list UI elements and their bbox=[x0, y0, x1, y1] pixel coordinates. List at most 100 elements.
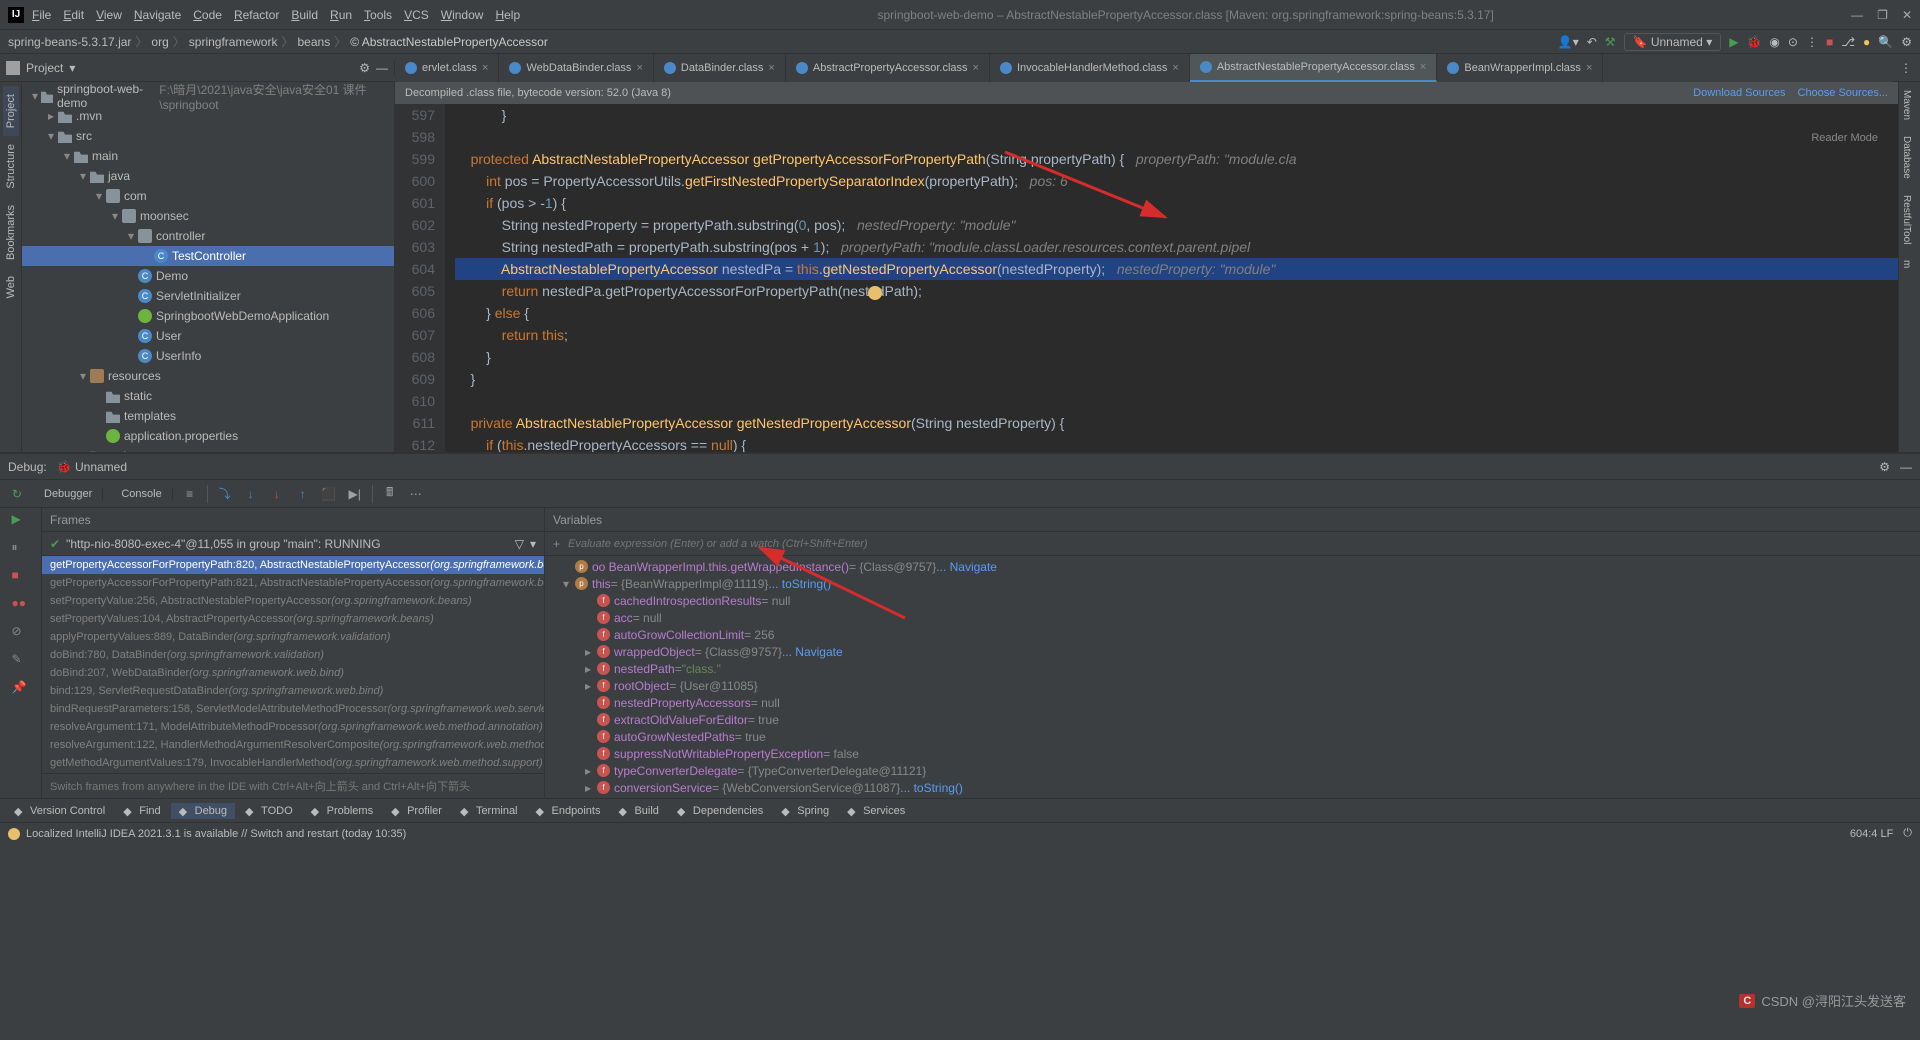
debug-hide-button[interactable]: — bbox=[1900, 460, 1912, 474]
editor-tab[interactable]: AbstractPropertyAccessor.class× bbox=[786, 54, 990, 82]
step-into-button[interactable]: ↓ bbox=[242, 485, 260, 503]
run-config-selector[interactable]: 🔖 Unnamed ▾ bbox=[1624, 33, 1722, 51]
tree-node[interactable]: User bbox=[22, 326, 394, 346]
bottom-tool-services[interactable]: ◆Services bbox=[839, 803, 913, 819]
tree-node[interactable]: SpringbootWebDemoApplication bbox=[22, 306, 394, 326]
project-view-selector[interactable]: ▾ bbox=[69, 61, 75, 75]
frames-list[interactable]: getPropertyAccessorForPropertyPath:820, … bbox=[42, 556, 544, 773]
bottom-tool-find[interactable]: ◆Find bbox=[115, 803, 168, 819]
tree-node[interactable]: application.properties bbox=[22, 426, 394, 446]
tree-node[interactable]: ▾controller bbox=[22, 226, 394, 246]
variable-row[interactable]: fnestedPropertyAccessors = null bbox=[545, 694, 1920, 711]
hammer-icon[interactable]: ⚒ bbox=[1605, 35, 1616, 49]
menu-refactor[interactable]: Refactor bbox=[234, 8, 279, 22]
bottom-tool-spring[interactable]: ◆Spring bbox=[773, 803, 837, 819]
variable-row[interactable]: fautoGrowCollectionLimit = 256 bbox=[545, 626, 1920, 643]
code-editor[interactable]: 597 598 599 600 601 602 603 604 605 606 … bbox=[395, 104, 1898, 452]
breadcrumb-item[interactable]: beans bbox=[298, 35, 331, 49]
bottom-tool-todo[interactable]: ◆TODO bbox=[237, 803, 301, 819]
rerun-button[interactable]: ↻ bbox=[8, 485, 26, 503]
search-icon[interactable]: 🔍 bbox=[1878, 35, 1893, 49]
variable-row[interactable]: ▸fnestedPath = "class." bbox=[545, 660, 1920, 677]
intention-bulb-icon[interactable] bbox=[868, 286, 882, 300]
tool-restful[interactable]: RestfulTool bbox=[1899, 187, 1914, 252]
stop-button[interactable]: ■ bbox=[12, 568, 30, 586]
pin-button[interactable]: 📌 bbox=[12, 680, 30, 698]
menu-navigate[interactable]: Navigate bbox=[134, 8, 181, 22]
tree-node[interactable]: ▾springboot-web-demo F:\暗月\2021\java安全\j… bbox=[22, 86, 394, 106]
tree-node[interactable]: ▾java bbox=[22, 166, 394, 186]
variable-row[interactable]: fcachedIntrospectionResults = null bbox=[545, 592, 1920, 609]
variable-row[interactable]: ▸frootObject = {User@11085} bbox=[545, 677, 1920, 694]
stack-frame[interactable]: resolveArgument:122, HandlerMethodArgume… bbox=[42, 736, 544, 754]
variable-row[interactable]: poo BeanWrapperImpl.this.getWrappedInsta… bbox=[545, 558, 1920, 575]
tree-node[interactable]: ▾webapp bbox=[22, 446, 394, 452]
tree-node[interactable]: Demo bbox=[22, 266, 394, 286]
breadcrumb-item[interactable]: © AbstractNestablePropertyAccessor bbox=[350, 35, 548, 49]
profile-button[interactable]: ⊙ bbox=[1788, 35, 1798, 49]
stack-frame[interactable]: doBind:207, WebDataBinder (org.springfra… bbox=[42, 664, 544, 682]
tool-maven[interactable]: Maven bbox=[1899, 82, 1914, 128]
breadcrumb-item[interactable]: springframework bbox=[189, 35, 278, 49]
debug-button[interactable]: 🐞 bbox=[1746, 35, 1761, 49]
tip-bulb-icon[interactable] bbox=[8, 828, 20, 840]
settings-icon[interactable]: ⚙ bbox=[1901, 35, 1912, 49]
close-tab-icon[interactable]: × bbox=[1172, 62, 1178, 74]
tool-bookmarks[interactable]: Bookmarks bbox=[3, 197, 19, 268]
tree-node[interactable]: ▾com bbox=[22, 186, 394, 206]
step-over-button[interactable]: ⤵ bbox=[216, 485, 234, 503]
close-button[interactable]: ✕ bbox=[1902, 8, 1912, 22]
bottom-tool-dependencies[interactable]: ◆Dependencies bbox=[669, 803, 771, 819]
menu-code[interactable]: Code bbox=[193, 8, 222, 22]
bottom-tool-problems[interactable]: ◆Problems bbox=[303, 803, 381, 819]
debugger-tab[interactable]: Debugger bbox=[34, 488, 103, 500]
step-out-button[interactable]: ↑ bbox=[294, 485, 312, 503]
tool-web[interactable]: Web bbox=[3, 268, 19, 306]
download-sources-link[interactable]: Download Sources bbox=[1693, 87, 1785, 99]
project-settings-icon[interactable]: ⚙ bbox=[359, 61, 370, 75]
close-tab-icon[interactable]: × bbox=[482, 62, 488, 74]
maximize-button[interactable]: ❐ bbox=[1877, 8, 1888, 22]
variable-row[interactable]: fdefaultEditorsActive = true bbox=[545, 796, 1920, 798]
variable-row[interactable]: ▸fwrappedObject = {Class@9757} ... Navig… bbox=[545, 643, 1920, 660]
coverage-button[interactable]: ◉ bbox=[1769, 35, 1779, 49]
caret-position[interactable]: 604:4 LF bbox=[1850, 828, 1893, 840]
tree-node[interactable]: templates bbox=[22, 406, 394, 426]
menu-file[interactable]: File bbox=[32, 8, 51, 22]
breadcrumb-item[interactable]: spring-beans-5.3.17.jar bbox=[8, 35, 131, 49]
tree-node[interactable]: static bbox=[22, 386, 394, 406]
menu-vcs[interactable]: VCS bbox=[404, 8, 429, 22]
close-tab-icon[interactable]: × bbox=[636, 62, 642, 74]
tab-more-icon[interactable]: ⋮ bbox=[1892, 61, 1920, 75]
code-body[interactable]: } protected AbstractNestablePropertyAcce… bbox=[445, 104, 1898, 452]
editor-tab[interactable]: BeanWrapperImpl.class× bbox=[1437, 54, 1603, 82]
bottom-tool-build[interactable]: ◆Build bbox=[610, 803, 666, 819]
user-icon[interactable]: 👤▾ bbox=[1558, 35, 1579, 49]
stack-frame[interactable]: setPropertyValues:104, AbstractPropertyA… bbox=[42, 610, 544, 628]
watch-input-row[interactable]: + bbox=[545, 532, 1920, 556]
run-to-cursor-button[interactable]: ▶| bbox=[346, 485, 364, 503]
variable-row[interactable]: ▸fconversionService = {WebConversionServ… bbox=[545, 779, 1920, 796]
stack-frame[interactable]: bind:129, ServletRequestDataBinder (org.… bbox=[42, 682, 544, 700]
stack-frame[interactable]: doBind:780, DataBinder (org.springframew… bbox=[42, 646, 544, 664]
stop-button[interactable]: ■ bbox=[1826, 35, 1833, 49]
menu-tools[interactable]: Tools bbox=[364, 8, 392, 22]
debug-config-tab[interactable]: 🐞 Unnamed bbox=[57, 460, 127, 474]
editor-tab[interactable]: ervlet.class× bbox=[395, 54, 499, 82]
tree-node[interactable]: ▾moonsec bbox=[22, 206, 394, 226]
stack-frame[interactable]: applyPropertyValues:889, DataBinder (org… bbox=[42, 628, 544, 646]
power-icon[interactable]: ⏻ bbox=[1903, 827, 1912, 840]
bottom-tool-profiler[interactable]: ◆Profiler bbox=[383, 803, 450, 819]
threads-icon[interactable]: ≡ bbox=[181, 485, 199, 503]
tree-node[interactable]: TestController bbox=[22, 246, 394, 266]
force-step-into-button[interactable]: ↓ bbox=[268, 485, 286, 503]
tree-node[interactable]: ServletInitializer bbox=[22, 286, 394, 306]
hide-button[interactable]: — bbox=[376, 61, 388, 75]
resume-button[interactable]: ▶ bbox=[12, 512, 30, 530]
bottom-tool-debug[interactable]: ◆Debug bbox=[171, 803, 235, 819]
reader-mode-label[interactable]: Reader Mode bbox=[1811, 132, 1878, 144]
dropdown-icon[interactable]: ▾ bbox=[530, 537, 536, 551]
tool-structure[interactable]: Structure bbox=[3, 136, 19, 197]
variable-row[interactable]: ▾pthis = {BeanWrapperImpl@11119} ... toS… bbox=[545, 575, 1920, 592]
variable-row[interactable]: fsuppressNotWritablePropertyException = … bbox=[545, 745, 1920, 762]
